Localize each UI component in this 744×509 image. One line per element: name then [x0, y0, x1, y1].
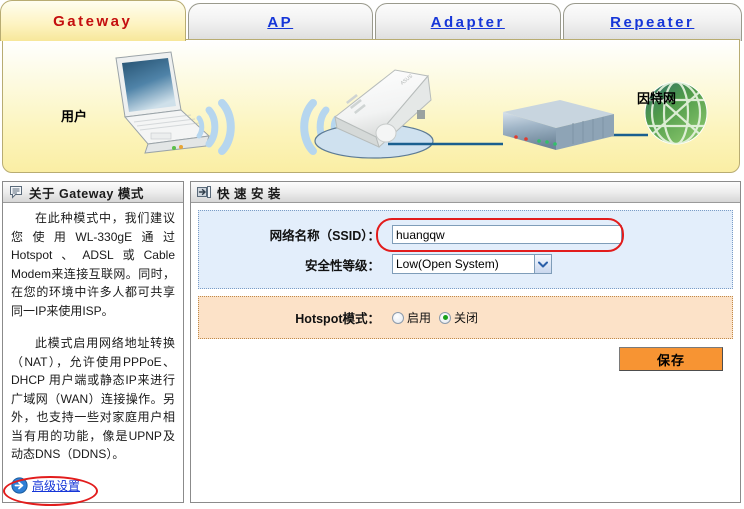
- tab-adapter-label: Adapter: [430, 14, 505, 31]
- enter-arrow-icon: [196, 184, 212, 200]
- mode-tab-bar: Gateway AP Adapter Repeater: [0, 0, 744, 41]
- quick-setup-form: 网络名称（SSID）： 安全性等级： Low(Open System) Hots…: [191, 203, 740, 371]
- security-field-row: 安全性等级： Low(Open System): [199, 254, 732, 274]
- quick-setup-header: 快 速 安 装: [191, 182, 740, 203]
- save-row: 保存: [198, 339, 733, 371]
- advanced-settings-link[interactable]: 高级设置: [32, 477, 80, 494]
- ssid-field-row: 网络名称（SSID）：: [199, 225, 732, 244]
- network-topology-banner: ASUS 用户 因特网: [2, 39, 740, 173]
- about-mode-panel: 关于 Gateway 模式 在此种模式中，我们建议您使用WL-330gE通过Ho…: [2, 181, 184, 503]
- about-paragraph-2: 此模式启用网络地址转换（NAT），允许使用PPPoE、DHCP 用户端或静态IP…: [11, 336, 175, 461]
- topology-diagram: ASUS: [115, 51, 708, 159]
- quick-setup-title: 快 速 安 装: [217, 186, 281, 201]
- arrow-right-circle-icon: [11, 477, 28, 494]
- chevron-down-icon[interactable]: [534, 255, 551, 273]
- diagram-label-user: 用户: [61, 109, 88, 124]
- about-panel-header: 关于 Gateway 模式: [3, 182, 183, 203]
- about-panel-body: 在此种模式中，我们建议您使用WL-330gE通过Hotspot、ADSL或Cab…: [3, 203, 183, 482]
- tab-ap[interactable]: AP: [187, 3, 373, 41]
- hotspot-radio-enable[interactable]: 启用: [392, 309, 431, 326]
- tab-ap-label: AP: [267, 14, 294, 31]
- radio-checked-icon[interactable]: [439, 311, 452, 324]
- tab-gateway[interactable]: Gateway: [0, 0, 186, 41]
- security-level-select[interactable]: Low(Open System): [392, 254, 552, 274]
- advanced-settings-link-row[interactable]: 高级设置: [11, 477, 80, 494]
- ssid-label: 网络名称（SSID）：: [269, 229, 380, 243]
- security-level-label: 安全性等级：: [304, 258, 380, 273]
- hotspot-enable-label: 启用: [407, 311, 432, 325]
- security-level-value: Low(Open System): [396, 257, 499, 271]
- diagram-label-internet: 因特网: [637, 91, 677, 106]
- radio-unchecked-icon[interactable]: [392, 311, 404, 324]
- modem-graphic: [503, 100, 614, 150]
- hotspot-field-row: Hotspot模式： 启用 关闭: [199, 308, 732, 327]
- tab-repeater-label: Repeater: [610, 14, 695, 31]
- hotspot-radio-group: 启用 关闭: [392, 309, 486, 326]
- tab-adapter[interactable]: Adapter: [375, 3, 561, 41]
- wireless-settings-group: 网络名称（SSID）： 安全性等级： Low(Open System): [198, 210, 733, 289]
- laptop-graphic: [115, 51, 211, 154]
- quick-setup-panel: 快 速 安 装 网络名称（SSID）： 安全性等级： Low(Open Syst…: [190, 181, 741, 503]
- hotspot-disable-label: 关闭: [454, 311, 479, 325]
- save-button[interactable]: 保存: [619, 347, 723, 371]
- about-paragraph-1: 在此种模式中，我们建议您使用WL-330gE通过Hotspot、ADSL或Cab…: [11, 211, 175, 318]
- page-root: Gateway AP Adapter Repeater ASUS 用户 因特网 …: [0, 0, 744, 509]
- hotspot-mode-label: Hotspot模式：: [295, 312, 380, 326]
- hotspot-settings-group: Hotspot模式： 启用 关闭: [198, 296, 733, 339]
- document-icon: [8, 184, 24, 200]
- tab-gateway-label: Gateway: [53, 12, 133, 30]
- about-panel-title: 关于 Gateway 模式: [29, 186, 144, 201]
- hotspot-radio-disable[interactable]: 关闭: [439, 309, 478, 326]
- ssid-input[interactable]: [392, 225, 622, 244]
- tab-repeater[interactable]: Repeater: [562, 3, 743, 41]
